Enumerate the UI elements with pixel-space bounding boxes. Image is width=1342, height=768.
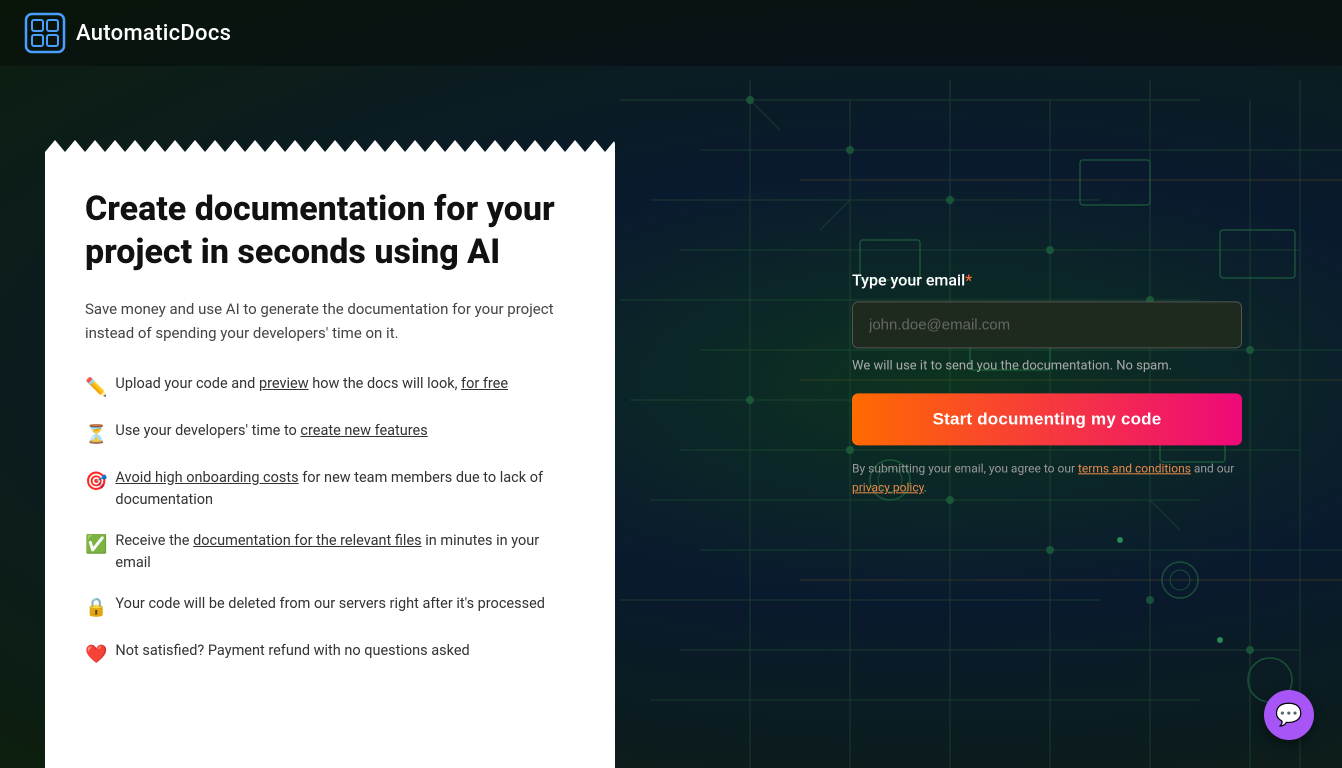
feature-text-3: Avoid high onboarding costs for new team… bbox=[115, 467, 575, 512]
content-card: Create documentation for your project in… bbox=[45, 140, 615, 768]
preview-link[interactable]: preview bbox=[259, 375, 309, 392]
list-item: 🎯 Avoid high onboarding costs for new te… bbox=[85, 467, 575, 512]
page-title: Create documentation for your project in… bbox=[85, 188, 575, 273]
hourglass-icon: ⏳ bbox=[85, 421, 107, 449]
email-input[interactable] bbox=[852, 301, 1242, 348]
logo-icon bbox=[24, 12, 66, 54]
feature-text-4: Receive the documentation for the releva… bbox=[115, 530, 575, 575]
list-item: 🔒 Your code will be deleted from our ser… bbox=[85, 593, 575, 622]
list-item: ✅ Receive the documentation for the rele… bbox=[85, 530, 575, 575]
navbar: AutomaticDocs bbox=[0, 0, 1342, 66]
form-hint: We will use it to send you the documenta… bbox=[852, 358, 1242, 373]
logo-container: AutomaticDocs bbox=[24, 12, 231, 54]
feature-text-5: Your code will be deleted from our serve… bbox=[115, 593, 545, 615]
feature-text-1: Upload your code and preview how the doc… bbox=[115, 373, 508, 395]
create-features-link[interactable]: create new features bbox=[300, 422, 427, 439]
target-icon: 🎯 bbox=[85, 468, 107, 496]
terms-link[interactable]: terms and conditions bbox=[1078, 461, 1191, 475]
feature-list: ✏️ Upload your code and preview how the … bbox=[85, 373, 575, 668]
list-item: ❤️ Not satisfied? Payment refund with no… bbox=[85, 640, 575, 669]
list-item: ⏳ Use your developers' time to create ne… bbox=[85, 420, 575, 449]
chat-icon: 💬 bbox=[1275, 703, 1302, 728]
privacy-link[interactable]: privacy policy bbox=[852, 481, 924, 495]
feature-text-6: Not satisfied? Payment refund with no qu… bbox=[115, 640, 469, 662]
cta-button[interactable]: Start documenting my code bbox=[852, 393, 1242, 445]
signup-form: Type your email* We will use it to send … bbox=[852, 270, 1242, 497]
required-marker: * bbox=[965, 270, 972, 289]
check-icon: ✅ bbox=[85, 531, 107, 559]
heart-icon: ❤️ bbox=[85, 641, 107, 669]
page-subtitle: Save money and use AI to generate the do… bbox=[85, 297, 575, 345]
feature-text-2: Use your developers' time to create new … bbox=[115, 420, 427, 442]
onboarding-link[interactable]: Avoid high onboarding costs bbox=[115, 469, 298, 486]
email-label: Type your email* bbox=[852, 270, 1242, 289]
list-item: ✏️ Upload your code and preview how the … bbox=[85, 373, 575, 402]
brand-name: AutomaticDocs bbox=[76, 21, 231, 46]
docs-link[interactable]: documentation for the relevant files bbox=[193, 532, 422, 549]
form-terms: By submitting your email, you agree to o… bbox=[852, 459, 1242, 497]
pencil-icon: ✏️ bbox=[85, 374, 107, 402]
lock-icon: 🔒 bbox=[85, 594, 107, 622]
for-free-link[interactable]: for free bbox=[461, 375, 508, 392]
chat-widget[interactable]: 💬 bbox=[1264, 690, 1314, 740]
